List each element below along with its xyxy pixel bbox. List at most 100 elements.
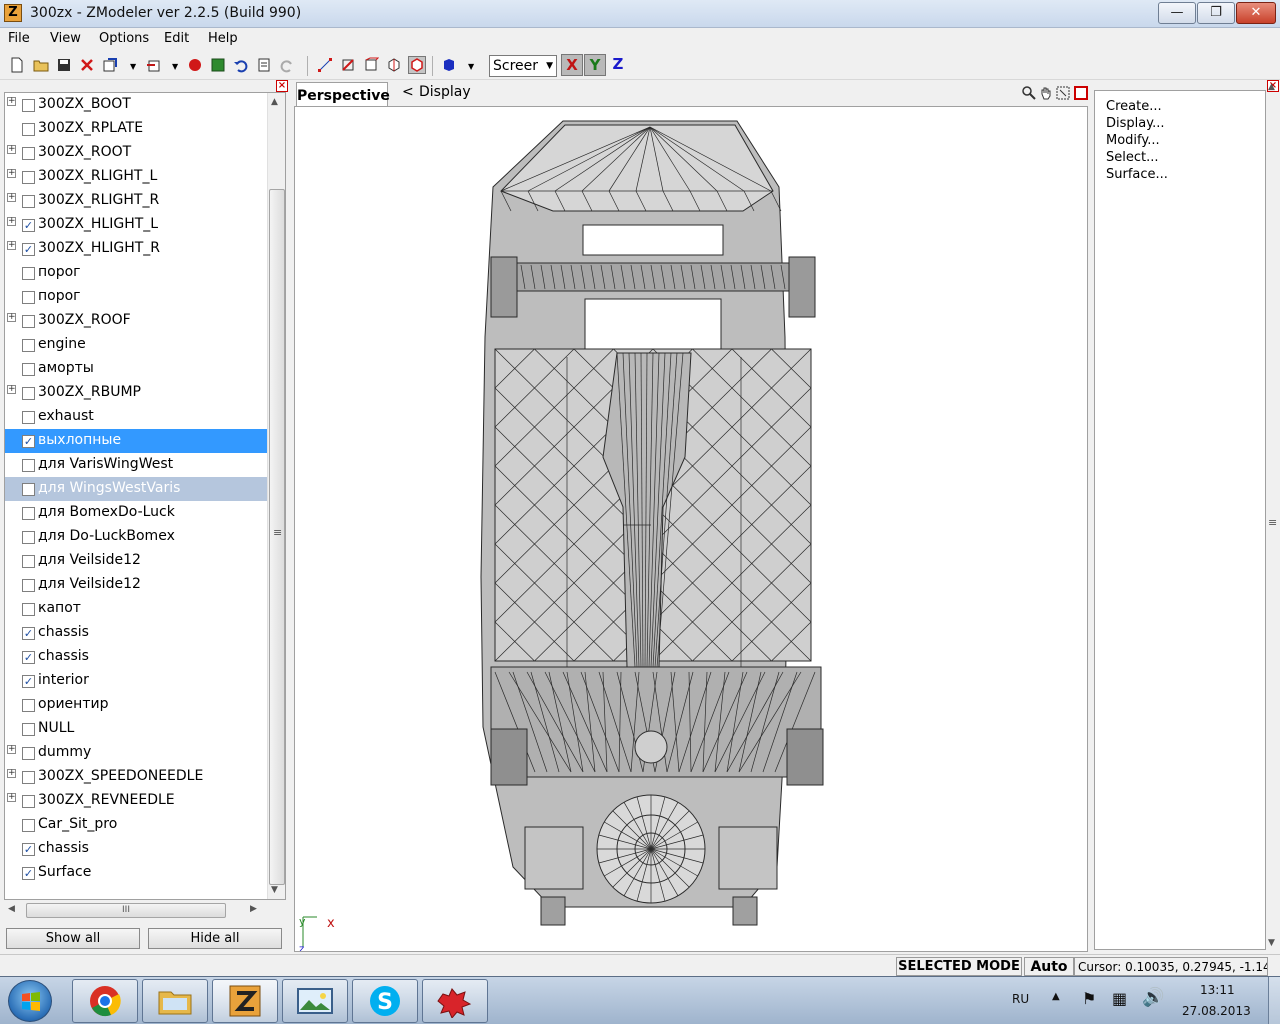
save-icon[interactable]: [55, 56, 73, 74]
axis-z-toggle[interactable]: Z: [607, 54, 629, 76]
notes-icon[interactable]: [255, 56, 273, 74]
pan-hand-icon[interactable]: [1039, 86, 1053, 102]
close-button[interactable]: ✕: [1236, 2, 1276, 24]
scroll-down-icon[interactable]: ▼: [1268, 938, 1275, 948]
command-create[interactable]: Create...: [1106, 99, 1162, 114]
visibility-checkbox[interactable]: [22, 483, 35, 496]
clock-time[interactable]: 13:11: [1200, 983, 1235, 997]
tree-item[interactable]: exhaust: [5, 405, 267, 429]
taskbar-paint-app[interactable]: [422, 979, 488, 1023]
clock-date[interactable]: 27.08.2013: [1182, 1004, 1251, 1018]
tree-item[interactable]: NULL: [5, 717, 267, 741]
selection-mode-indicator[interactable]: SELECTED MODE: [896, 957, 1022, 976]
expand-icon[interactable]: +: [7, 145, 16, 154]
tree-item[interactable]: капот: [5, 597, 267, 621]
taskbar-explorer[interactable]: [142, 979, 208, 1023]
visibility-checkbox[interactable]: [22, 771, 35, 784]
record-icon[interactable]: [186, 56, 204, 74]
select-vertex-icon[interactable]: [316, 56, 334, 74]
export-dropdown-icon[interactable]: ▼: [172, 62, 178, 71]
tree-item[interactable]: для Veilside12: [5, 549, 267, 573]
menu-file[interactable]: File: [8, 31, 30, 46]
tree-item[interactable]: для WingsWestVaris: [5, 477, 267, 501]
car-wireframe-model[interactable]: y x z: [295, 107, 1088, 952]
taskbar-image-viewer[interactable]: [282, 979, 348, 1023]
import-dropdown-icon[interactable]: ▼: [130, 62, 136, 71]
command-display[interactable]: Display...: [1106, 116, 1164, 131]
language-indicator[interactable]: RU: [1012, 992, 1029, 1006]
expand-icon[interactable]: +: [7, 769, 16, 778]
visibility-checkbox[interactable]: ✓: [22, 651, 35, 664]
visibility-checkbox[interactable]: ✓: [22, 219, 35, 232]
command-modify[interactable]: Modify...: [1106, 133, 1160, 148]
tree-item[interactable]: ✓ chassis: [5, 621, 267, 645]
expand-icon[interactable]: +: [7, 97, 16, 106]
visibility-checkbox[interactable]: [22, 387, 35, 400]
hide-all-button[interactable]: Hide all: [148, 928, 282, 949]
tree-item[interactable]: ✓ chassis: [5, 837, 267, 861]
tree-item[interactable]: ✓ interior: [5, 669, 267, 693]
visibility-checkbox[interactable]: ✓: [22, 243, 35, 256]
expand-icon[interactable]: +: [7, 241, 16, 250]
visibility-checkbox[interactable]: ✓: [22, 627, 35, 640]
scroll-up-icon[interactable]: ▲: [1268, 82, 1275, 92]
auto-indicator[interactable]: Auto: [1024, 957, 1074, 976]
visibility-checkbox[interactable]: [22, 99, 35, 112]
scroll-left-icon[interactable]: ◀: [8, 904, 15, 914]
tree-item[interactable]: 300ZX_RPLATE: [5, 117, 267, 141]
show-all-button[interactable]: Show all: [6, 928, 140, 949]
show-desktop-button[interactable]: [1268, 977, 1280, 1024]
visibility-checkbox[interactable]: [22, 315, 35, 328]
visibility-checkbox[interactable]: [22, 603, 35, 616]
import-icon[interactable]: [101, 56, 119, 74]
material-icon[interactable]: [440, 56, 458, 74]
expand-icon[interactable]: +: [7, 193, 16, 202]
axis-y-toggle[interactable]: Y: [584, 54, 606, 76]
tree-item[interactable]: + ✓ 300ZX_HLIGHT_R: [5, 237, 267, 261]
visibility-checkbox[interactable]: [22, 267, 35, 280]
command-select[interactable]: Select...: [1106, 150, 1159, 165]
material-dropdown-icon[interactable]: ▼: [468, 62, 474, 71]
expand-icon[interactable]: +: [7, 217, 16, 226]
select-face-icon[interactable]: [362, 56, 380, 74]
menu-options[interactable]: Options: [99, 31, 149, 46]
visibility-checkbox[interactable]: ✓: [22, 867, 35, 880]
open-folder-icon[interactable]: [32, 56, 50, 74]
breadcrumb-back[interactable]: <: [402, 84, 414, 100]
close-panel-icon[interactable]: ×: [276, 80, 288, 92]
visibility-checkbox[interactable]: ✓: [22, 675, 35, 688]
tree-item[interactable]: порог: [5, 261, 267, 285]
visibility-checkbox[interactable]: [22, 123, 35, 136]
viewport-canvas[interactable]: y x z: [294, 106, 1088, 952]
tree-item[interactable]: + dummy: [5, 741, 267, 765]
taskbar-zmodeler[interactable]: [212, 979, 278, 1023]
tree-item[interactable]: для BomexDo-Luck: [5, 501, 267, 525]
tree-item[interactable]: Car_Sit_pro: [5, 813, 267, 837]
tree-item[interactable]: ✓ chassis: [5, 645, 267, 669]
select-object-icon[interactable]: [385, 56, 403, 74]
visibility-checkbox[interactable]: [22, 747, 35, 760]
tab-perspective[interactable]: Perspective: [296, 82, 390, 106]
minimize-button[interactable]: —: [1158, 2, 1196, 24]
axis-x-toggle[interactable]: X: [561, 54, 583, 76]
zoom-extents-icon[interactable]: [1056, 86, 1070, 102]
export-icon[interactable]: [144, 56, 162, 74]
tree-item[interactable]: +300ZX_ROOT: [5, 141, 267, 165]
select-all-icon[interactable]: [408, 56, 426, 74]
taskbar-skype[interactable]: S: [352, 979, 418, 1023]
visibility-checkbox[interactable]: [22, 507, 35, 520]
expand-icon[interactable]: +: [7, 385, 16, 394]
volume-icon[interactable]: 🔊: [1142, 987, 1164, 1008]
tree-vertical-scrollbar[interactable]: ▲ ≡ ▼: [267, 93, 285, 899]
hscroll-thumb[interactable]: III: [26, 903, 226, 918]
visibility-checkbox[interactable]: [22, 363, 35, 376]
visibility-checkbox[interactable]: ✓: [22, 435, 35, 448]
tree-item[interactable]: +300ZX_ROOF: [5, 309, 267, 333]
tree-item[interactable]: ✓ Surface: [5, 861, 267, 885]
tree-item[interactable]: + ✓ 300ZX_HLIGHT_L: [5, 213, 267, 237]
visibility-checkbox[interactable]: [22, 579, 35, 592]
tree-item[interactable]: +300ZX_REVNEEDLE: [5, 789, 267, 813]
tree-item[interactable]: для VarisWingWest: [5, 453, 267, 477]
visibility-checkbox[interactable]: [22, 147, 35, 160]
scroll-up-icon[interactable]: ▲: [271, 97, 278, 107]
